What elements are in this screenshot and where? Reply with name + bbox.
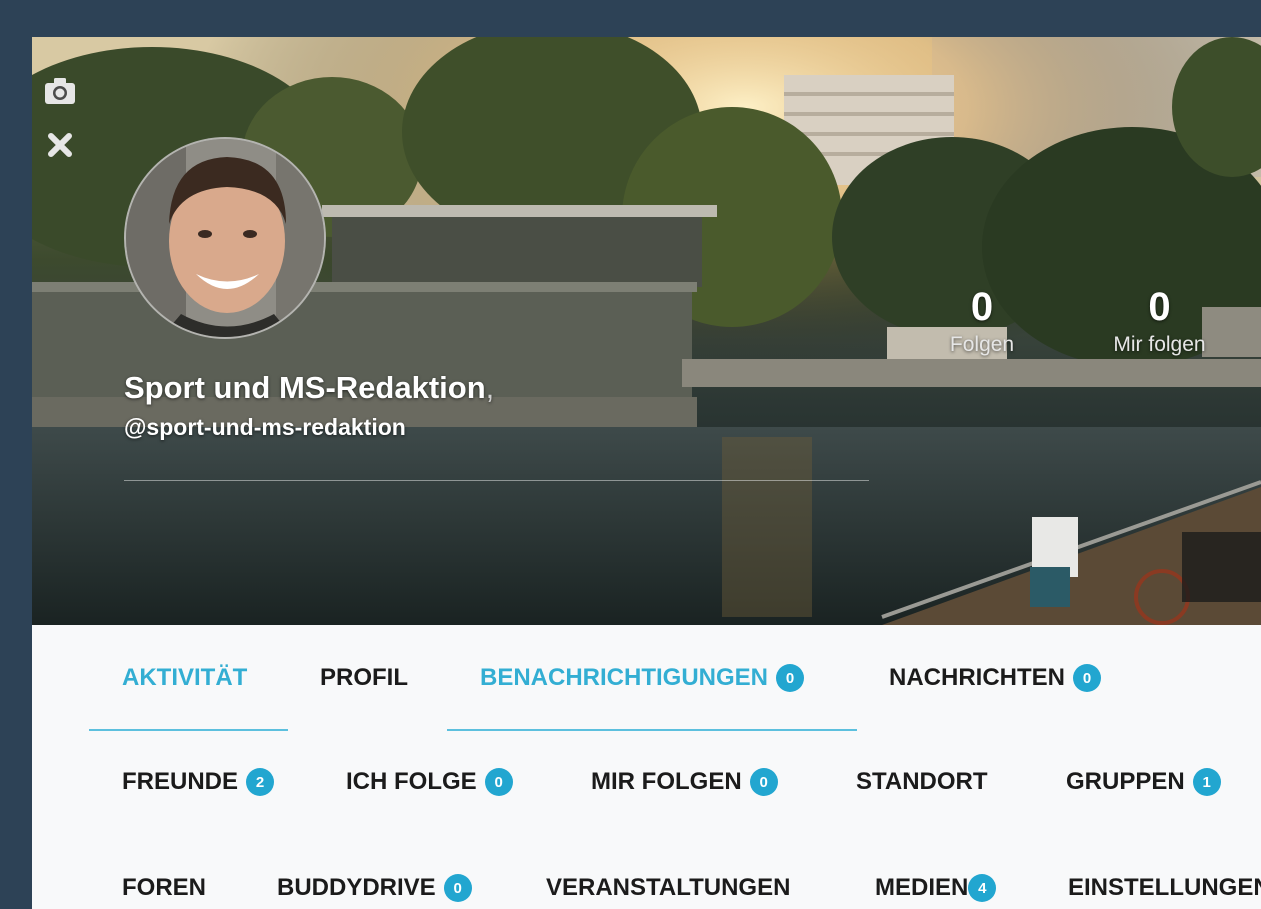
tab-veranstaltungen-label: VERANSTALTUNGEN	[546, 874, 791, 901]
tab-medien-badge: 4	[968, 874, 997, 902]
tab-ich-folge-badge: 0	[484, 768, 513, 796]
stat-folgen-label: Folgen	[949, 333, 1015, 356]
tab-medien-label: MEDIEN	[875, 874, 969, 901]
stat-folgen[interactable]: 0 Folgen	[942, 287, 1022, 357]
tab-profil-label: PROFIL	[320, 664, 408, 691]
stat-mir-folgen-count: 0	[1148, 285, 1171, 329]
nav-row-tertiary: FOREN BUDDYDRIVE 0 VERANSTALTUNGEN MEDIE…	[32, 858, 1261, 909]
tab-nachrichten-label: NACHRICHTEN	[889, 664, 1065, 691]
cover-divider	[124, 480, 869, 481]
tab-gruppen-label: GRUPPEN	[1066, 768, 1185, 795]
tab-aktivitaet-underline	[89, 729, 288, 731]
tab-foren[interactable]: FOREN	[122, 858, 206, 909]
camera-icon[interactable]	[42, 73, 78, 109]
tab-standort[interactable]: STANDORT	[856, 752, 988, 812]
avatar[interactable]	[124, 137, 326, 339]
stat-mir-folgen[interactable]: 0 Mir folgen	[1097, 287, 1222, 357]
tab-gruppen-badge: 1	[1192, 768, 1221, 796]
tab-ich-folge[interactable]: ICH FOLGE 0	[346, 752, 513, 812]
profile-handle: @sport-und-ms-redaktion	[124, 414, 406, 440]
tab-benachrichtigungen-badge: 0	[776, 664, 804, 692]
tab-buddydrive-label: BUDDYDRIVE	[277, 874, 436, 901]
tab-mir-folgen-label: MIR FOLGEN	[591, 768, 742, 795]
tab-einstellungen-label: EINSTELLUNGEN	[1068, 874, 1261, 901]
tab-nachrichten[interactable]: NACHRICHTEN 0	[889, 648, 1101, 708]
tab-freunde-badge: 2	[246, 768, 275, 796]
nav-row-secondary: FREUNDE 2 ICH FOLGE 0 MIR FOLGEN 0 STAND…	[32, 752, 1261, 812]
cover-photo: Sport und MS-Redaktion, @sport-und-ms-re…	[32, 37, 1261, 625]
tab-aktivitaet-label: AKTIVITÄT	[122, 664, 248, 691]
tab-freunde-label: FREUNDE	[122, 768, 239, 795]
tab-benachrichtigungen-label: BENACHRICHTIGUNGEN	[480, 664, 768, 691]
nav-row-primary: AKTIVITÄT PROFIL BENACHRICHTIGUNGEN 0 NA…	[32, 648, 1261, 708]
tab-mir-folgen-badge: 0	[749, 768, 778, 796]
tab-einstellungen[interactable]: EINSTELLUNGEN	[1068, 858, 1261, 909]
profile-card: Sport und MS-Redaktion, @sport-und-ms-re…	[32, 37, 1261, 909]
profile-display-name: Sport und MS-Redaktion,	[124, 370, 494, 406]
tab-aktivitaet[interactable]: AKTIVITÄT	[122, 648, 247, 708]
avatar-photo	[126, 139, 324, 337]
tab-benachrichtigungen-underline	[447, 729, 857, 731]
stat-folgen-count: 0	[970, 285, 994, 329]
tab-buddydrive[interactable]: BUDDYDRIVE 0	[277, 858, 472, 909]
stat-mir-folgen-label: Mir folgen	[1113, 333, 1206, 356]
display-name-text: Sport und MS-Redaktion	[124, 370, 486, 405]
tab-buddydrive-badge: 0	[443, 874, 472, 902]
close-icon[interactable]	[42, 127, 78, 163]
tab-nachrichten-badge: 0	[1073, 664, 1101, 692]
tab-freunde[interactable]: FREUNDE 2	[122, 752, 275, 812]
tab-ich-folge-label: ICH FOLGE	[346, 768, 477, 795]
tab-foren-label: FOREN	[122, 874, 206, 901]
tab-profil[interactable]: PROFIL	[320, 648, 408, 708]
tab-gruppen[interactable]: GRUPPEN 1	[1066, 752, 1221, 812]
tab-mir-folgen[interactable]: MIR FOLGEN 0	[591, 752, 778, 812]
tab-standort-label: STANDORT	[856, 768, 988, 795]
display-name-suffix: ,	[485, 370, 495, 405]
tab-medien[interactable]: MEDIEN 4	[875, 858, 997, 909]
tab-benachrichtigungen[interactable]: BENACHRICHTIGUNGEN 0	[480, 648, 804, 708]
tab-veranstaltungen[interactable]: VERANSTALTUNGEN	[546, 858, 790, 909]
